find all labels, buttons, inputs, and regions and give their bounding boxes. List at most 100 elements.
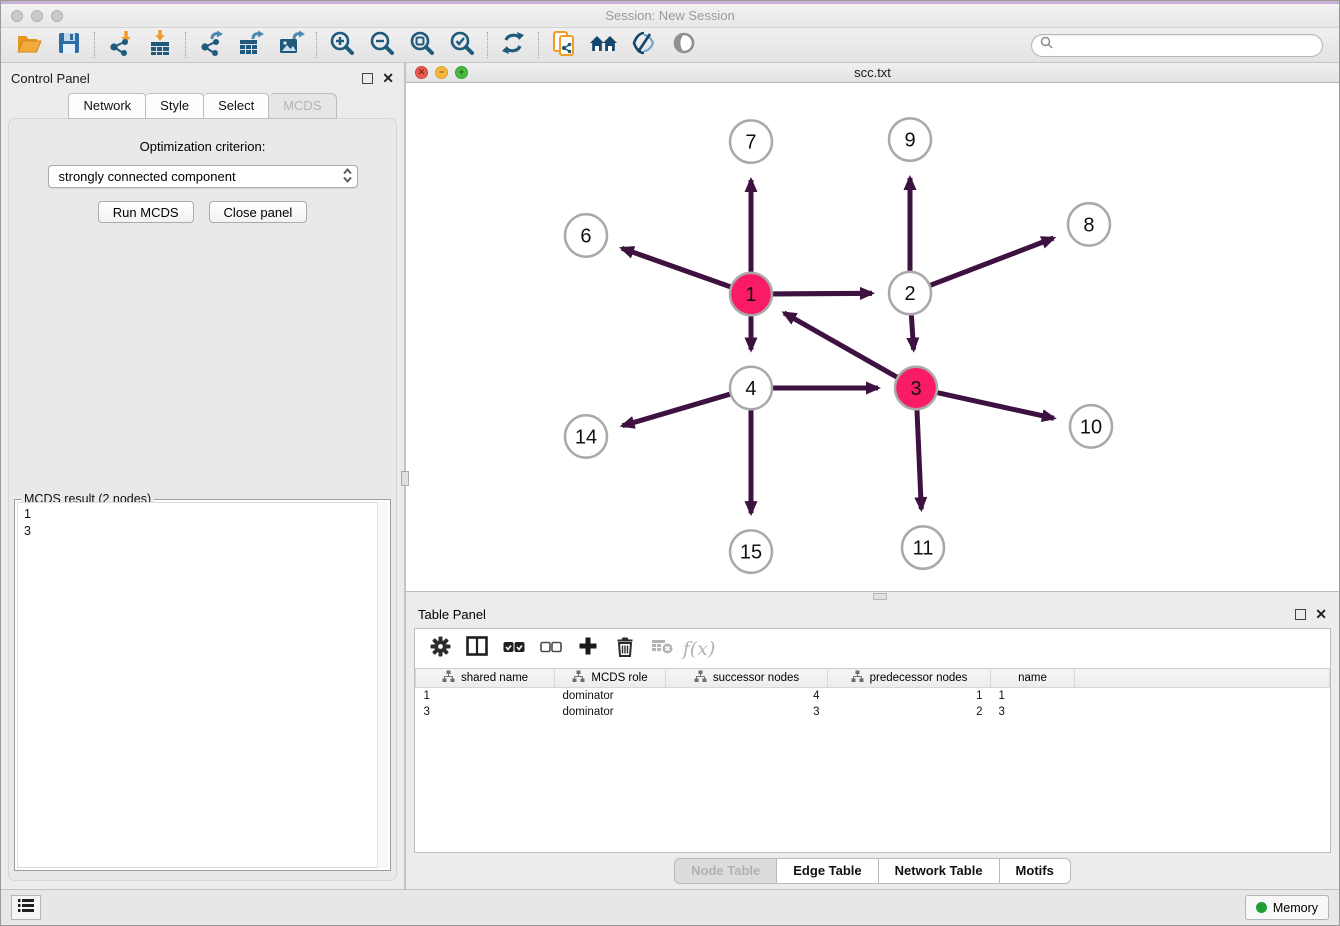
status-menu-button[interactable] (11, 895, 41, 920)
function-builder-button[interactable]: f(x) (684, 634, 714, 664)
node-table[interactable]: shared nameMCDS rolesuccessor nodes prede… (415, 668, 1330, 720)
edge-3-10[interactable] (937, 393, 1053, 419)
horizontal-splitter-handle[interactable] (873, 593, 887, 600)
table-cell[interactable]: 3 (416, 704, 555, 720)
zoom-in-icon (329, 30, 355, 61)
zoom-selected-button[interactable] (442, 30, 482, 60)
result-scrollbar[interactable] (377, 502, 388, 868)
run-mcds-button[interactable]: Run MCDS (98, 201, 194, 223)
main-toolbar (1, 28, 1339, 63)
graph-node-6[interactable]: 6 (565, 214, 607, 256)
graph-node-4[interactable]: 4 (730, 367, 772, 409)
network-file-button[interactable] (544, 30, 584, 60)
close-panel-button[interactable]: Close panel (209, 201, 308, 223)
export-image-button[interactable] (271, 30, 311, 60)
table-row[interactable]: 1dominator411 (416, 688, 1330, 704)
zoom-in-button[interactable] (322, 30, 362, 60)
table-settings-button[interactable] (425, 634, 455, 664)
search-input[interactable] (1058, 38, 1314, 52)
table-cell[interactable]: 1 (416, 688, 555, 704)
import-table-button[interactable] (140, 30, 180, 60)
tab-network[interactable]: Network (68, 93, 146, 119)
column-sort-icon (694, 670, 707, 686)
svg-text:4: 4 (745, 378, 756, 400)
network-close-button[interactable]: ✕ (415, 66, 428, 79)
tab-style[interactable]: Style (146, 93, 204, 119)
zoom-fit-button[interactable] (402, 30, 442, 60)
add-column-button[interactable] (573, 634, 603, 664)
float-panel-icon[interactable] (362, 73, 373, 84)
edge-2-3[interactable] (911, 315, 913, 349)
close-table-panel-icon[interactable]: ✕ (1315, 609, 1327, 620)
graph-node-10[interactable]: 10 (1070, 405, 1112, 447)
graph-node-14[interactable]: 14 (565, 415, 607, 457)
edge-3-11[interactable] (917, 410, 921, 509)
edge-4-14[interactable] (622, 394, 729, 426)
hide-details-button[interactable] (624, 30, 664, 60)
network-graph[interactable]: 1 2 3 4 6 7 8 9 10 11 14 15 (406, 83, 1339, 591)
graph-node-7[interactable]: 7 (730, 120, 772, 162)
edge-3-1[interactable] (784, 313, 897, 377)
delete-button[interactable] (610, 634, 640, 664)
column-header-MCDS-role[interactable]: MCDS role (555, 669, 666, 688)
home-button[interactable] (584, 30, 624, 60)
table-header-row[interactable]: shared nameMCDS rolesuccessor nodes prede… (416, 669, 1330, 688)
column-header-successor-nodes[interactable]: successor nodes (666, 669, 828, 688)
table-cell[interactable]: 4 (666, 688, 828, 704)
close-panel-icon[interactable]: ✕ (382, 73, 394, 84)
apply-layout-button[interactable] (493, 30, 533, 60)
table-cell[interactable]: 3 (991, 704, 1075, 720)
float-table-panel-icon[interactable] (1295, 609, 1306, 620)
tab-node-table[interactable]: Node Table (674, 858, 777, 884)
network-maximize-button[interactable]: + (455, 66, 468, 79)
column-header-name[interactable]: name (991, 669, 1075, 688)
delete-table-button[interactable] (647, 634, 677, 664)
column-header-predecessor-nodes[interactable]: predecessor nodes (828, 669, 991, 688)
tab-mcds[interactable]: MCDS (269, 93, 336, 119)
table-cell[interactable]: dominator (555, 688, 666, 704)
column-label: predecessor nodes (870, 672, 968, 684)
graph-node-3[interactable]: 3 (895, 367, 937, 409)
table-cell[interactable]: dominator (555, 704, 666, 720)
column-visibility-button[interactable] (462, 634, 492, 664)
open-session-button[interactable] (9, 30, 49, 60)
graph-node-9[interactable]: 9 (889, 118, 931, 160)
export-network-button[interactable] (191, 30, 231, 60)
select-all-button[interactable] (499, 634, 529, 664)
toggle-details-button[interactable] (664, 30, 704, 60)
svg-text:1: 1 (745, 284, 756, 306)
graph-node-8[interactable]: 8 (1068, 203, 1110, 245)
vertical-splitter-handle[interactable] (401, 471, 409, 486)
network-canvas[interactable]: 1 2 3 4 6 7 8 9 10 11 14 15 (406, 83, 1339, 591)
trash-icon (616, 636, 634, 662)
criterion-select[interactable]: strongly connected component (48, 165, 358, 188)
edge-1-2[interactable] (773, 293, 872, 294)
graph-node-2[interactable]: 2 (889, 272, 931, 314)
graph-node-1[interactable]: 1 (730, 273, 772, 315)
table-cell[interactable]: 2 (828, 704, 991, 720)
export-table-button[interactable] (231, 30, 271, 60)
save-session-button[interactable] (49, 30, 89, 60)
memory-button[interactable]: Memory (1245, 895, 1329, 920)
tab-network-table[interactable]: Network Table (879, 858, 1000, 884)
tab-motifs[interactable]: Motifs (1000, 858, 1071, 884)
search-field[interactable] (1031, 34, 1323, 57)
tab-edge-table[interactable]: Edge Table (777, 858, 878, 884)
deselect-all-button[interactable] (536, 634, 566, 664)
graph-node-11[interactable]: 11 (902, 526, 944, 568)
import-network-button[interactable] (100, 30, 140, 60)
table-cell[interactable]: 1 (828, 688, 991, 704)
tab-select[interactable]: Select (204, 93, 269, 119)
network-minimize-button[interactable]: − (435, 66, 448, 79)
table-cell[interactable]: 1 (991, 688, 1075, 704)
table-row[interactable]: 3dominator323 (416, 704, 1330, 720)
column-header-shared-name[interactable]: shared name (416, 669, 555, 688)
graph-node-15[interactable]: 15 (730, 530, 772, 572)
horizontal-splitter[interactable] (406, 592, 1339, 601)
edge-1-6[interactable] (622, 248, 730, 286)
zoom-out-button[interactable] (362, 30, 402, 60)
edge-2-8[interactable] (931, 238, 1054, 285)
gear-icon (430, 636, 451, 662)
mcds-result-list[interactable]: 13 (17, 502, 388, 868)
table-cell[interactable]: 3 (666, 704, 828, 720)
